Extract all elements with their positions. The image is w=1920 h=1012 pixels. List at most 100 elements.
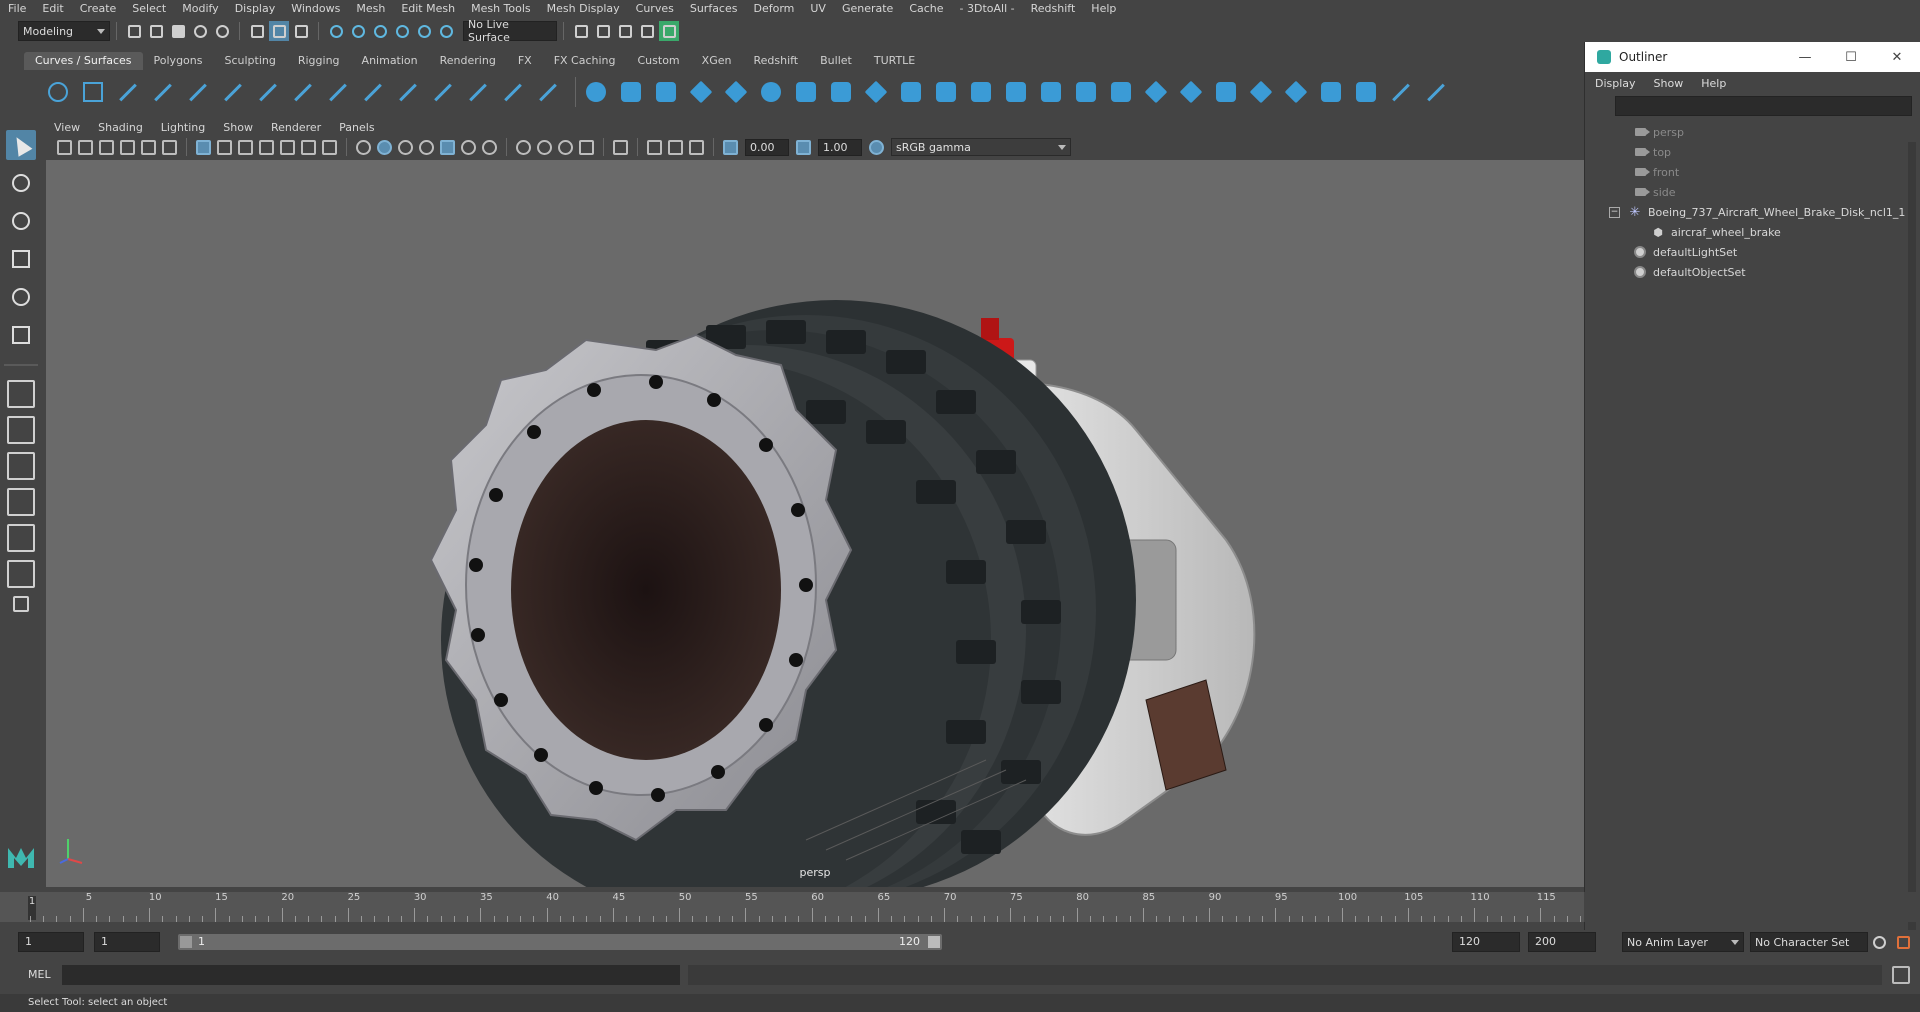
insert-isoparm-button[interactable] — [1282, 78, 1310, 106]
outliner-vertical-scrollbar[interactable] — [1908, 142, 1916, 942]
nurbs-plane-button[interactable] — [722, 78, 750, 106]
viewport-menu-panels[interactable]: Panels — [331, 121, 384, 134]
resolution-gate-icon[interactable] — [238, 139, 253, 155]
four-view-layout-button[interactable] — [7, 416, 35, 444]
playback-start-field[interactable]: 1 — [94, 932, 160, 952]
tab-rendering[interactable]: Rendering — [429, 52, 507, 70]
character-set-dropdown[interactable]: No Character Set — [1750, 932, 1868, 952]
menu-redshift[interactable]: Redshift — [1023, 0, 1084, 18]
attach-surfaces-button[interactable] — [1212, 78, 1240, 106]
depth-of-field-icon[interactable] — [579, 139, 594, 155]
add-points-button[interactable] — [464, 78, 492, 106]
menu-help[interactable]: Help — [1083, 0, 1124, 18]
anti-aliasing-icon[interactable] — [558, 139, 573, 155]
menu-windows[interactable]: Windows — [283, 0, 348, 18]
persp-graph-layout-button[interactable] — [7, 488, 35, 516]
shadows-icon[interactable] — [482, 139, 497, 155]
ambient-occlusion-icon[interactable] — [516, 139, 531, 155]
menu-display[interactable]: Display — [227, 0, 284, 18]
nurbs-torus-button[interactable] — [757, 78, 785, 106]
select-component-button[interactable] — [291, 21, 311, 41]
loft-button[interactable] — [827, 78, 855, 106]
square-surface-button[interactable] — [1037, 78, 1065, 106]
textured-icon[interactable] — [440, 139, 455, 155]
color-space-dropdown[interactable]: sRGB gamma — [891, 138, 1071, 156]
start-time-field[interactable]: 1 — [18, 932, 84, 952]
snap-view-button[interactable] — [392, 21, 412, 41]
untrim-button[interactable] — [1177, 78, 1205, 106]
attach-curves-button[interactable] — [254, 78, 282, 106]
maximize-button[interactable]: ☐ — [1828, 50, 1874, 65]
menu-create[interactable]: Create — [72, 0, 125, 18]
menu-3dtoall[interactable]: - 3DtoAll - — [952, 0, 1023, 18]
menu-modify[interactable]: Modify — [174, 0, 226, 18]
sculpt-geometry-button[interactable] — [1387, 78, 1415, 106]
film-gate-icon[interactable] — [217, 139, 232, 155]
rebuild-surface-button[interactable] — [1352, 78, 1380, 106]
color-management-icon[interactable] — [869, 139, 884, 155]
hypershade-button[interactable] — [659, 21, 679, 41]
tab-polygons[interactable]: Polygons — [143, 52, 214, 70]
perspective-viewport[interactable]: persp — [46, 160, 1584, 887]
tab-bullet[interactable]: Bullet — [809, 52, 863, 70]
playback-range-slider[interactable]: 1 120 — [178, 934, 942, 950]
collapse-toggle-icon[interactable]: − — [1609, 206, 1620, 218]
gamma-field[interactable]: 1.00 — [818, 138, 862, 156]
ipr-render-button[interactable] — [615, 21, 635, 41]
gate-mask-icon[interactable] — [259, 139, 274, 155]
outliner-item-default-object-set[interactable]: defaultObjectSet — [1585, 262, 1920, 282]
render-view-button[interactable] — [571, 21, 591, 41]
nurbs-circle-button[interactable] — [44, 78, 72, 106]
bezier-curve-button[interactable] — [534, 78, 562, 106]
bevel-plus-button[interactable] — [967, 78, 995, 106]
tab-curves-surfaces[interactable]: Curves / Surfaces — [24, 52, 143, 70]
tab-turtle[interactable]: TURTLE — [863, 52, 926, 70]
menu-mesh[interactable]: Mesh — [348, 0, 393, 18]
menu-cache[interactable]: Cache — [901, 0, 951, 18]
outliner-item-front[interactable]: front — [1585, 162, 1920, 182]
trim-tool-button[interactable] — [1142, 78, 1170, 106]
gamma-icon[interactable] — [796, 139, 811, 155]
revolve-button[interactable] — [792, 78, 820, 106]
project-curve-button[interactable] — [1107, 78, 1135, 106]
range-start-handle[interactable] — [180, 936, 192, 948]
viewport-menu-show[interactable]: Show — [215, 121, 263, 134]
extrude-button[interactable] — [897, 78, 925, 106]
tab-custom[interactable]: Custom — [627, 52, 691, 70]
open-scene-button[interactable] — [146, 21, 166, 41]
menu-file[interactable]: File — [0, 0, 34, 18]
outliner-menu-show[interactable]: Show — [1652, 77, 1694, 90]
viewport-menu-view[interactable]: View — [46, 121, 90, 134]
outliner-item-top[interactable]: top — [1585, 142, 1920, 162]
menu-surfaces[interactable]: Surfaces — [682, 0, 746, 18]
snap-grid-button[interactable] — [326, 21, 346, 41]
rotate-tool-button[interactable] — [6, 282, 36, 312]
viewport-menu-shading[interactable]: Shading — [90, 121, 153, 134]
paint-select-tool-button[interactable] — [6, 206, 36, 236]
grease-pencil-icon[interactable] — [162, 139, 177, 155]
ep-curve-button[interactable] — [149, 78, 177, 106]
tab-rigging[interactable]: Rigging — [287, 52, 351, 70]
boundary-button[interactable] — [1002, 78, 1030, 106]
tab-fx[interactable]: FX — [507, 52, 543, 70]
menu-mesh-display[interactable]: Mesh Display — [539, 0, 628, 18]
time-slider[interactable]: 1 5 10 15 20 25 30 35 40 45 50 55 60 65 70 75 80 85 90 95 1… — [0, 892, 1584, 922]
exposure-field[interactable]: 0.00 — [745, 138, 789, 156]
script-language-label[interactable]: MEL — [28, 968, 51, 981]
isolate-select-icon[interactable] — [613, 139, 628, 155]
safe-title-icon[interactable] — [322, 139, 337, 155]
wireframe-on-shaded-icon[interactable] — [419, 139, 434, 155]
motion-blur-icon[interactable] — [537, 139, 552, 155]
outliner-menu-help[interactable]: Help — [1699, 77, 1736, 90]
menu-uv[interactable]: UV — [802, 0, 834, 18]
save-scene-button[interactable] — [168, 21, 188, 41]
camera-attributes-icon[interactable] — [78, 139, 93, 155]
render-settings-button[interactable] — [637, 21, 657, 41]
bookmark-icon[interactable] — [99, 139, 114, 155]
outliner-menu-display[interactable]: Display — [1593, 77, 1646, 90]
extend-surface-button[interactable] — [1317, 78, 1345, 106]
extend-curve-button[interactable] — [359, 78, 387, 106]
menu-edit[interactable]: Edit — [34, 0, 71, 18]
snap-vertex-button[interactable] — [436, 21, 456, 41]
live-surface-field[interactable]: No Live Surface — [463, 18, 557, 44]
